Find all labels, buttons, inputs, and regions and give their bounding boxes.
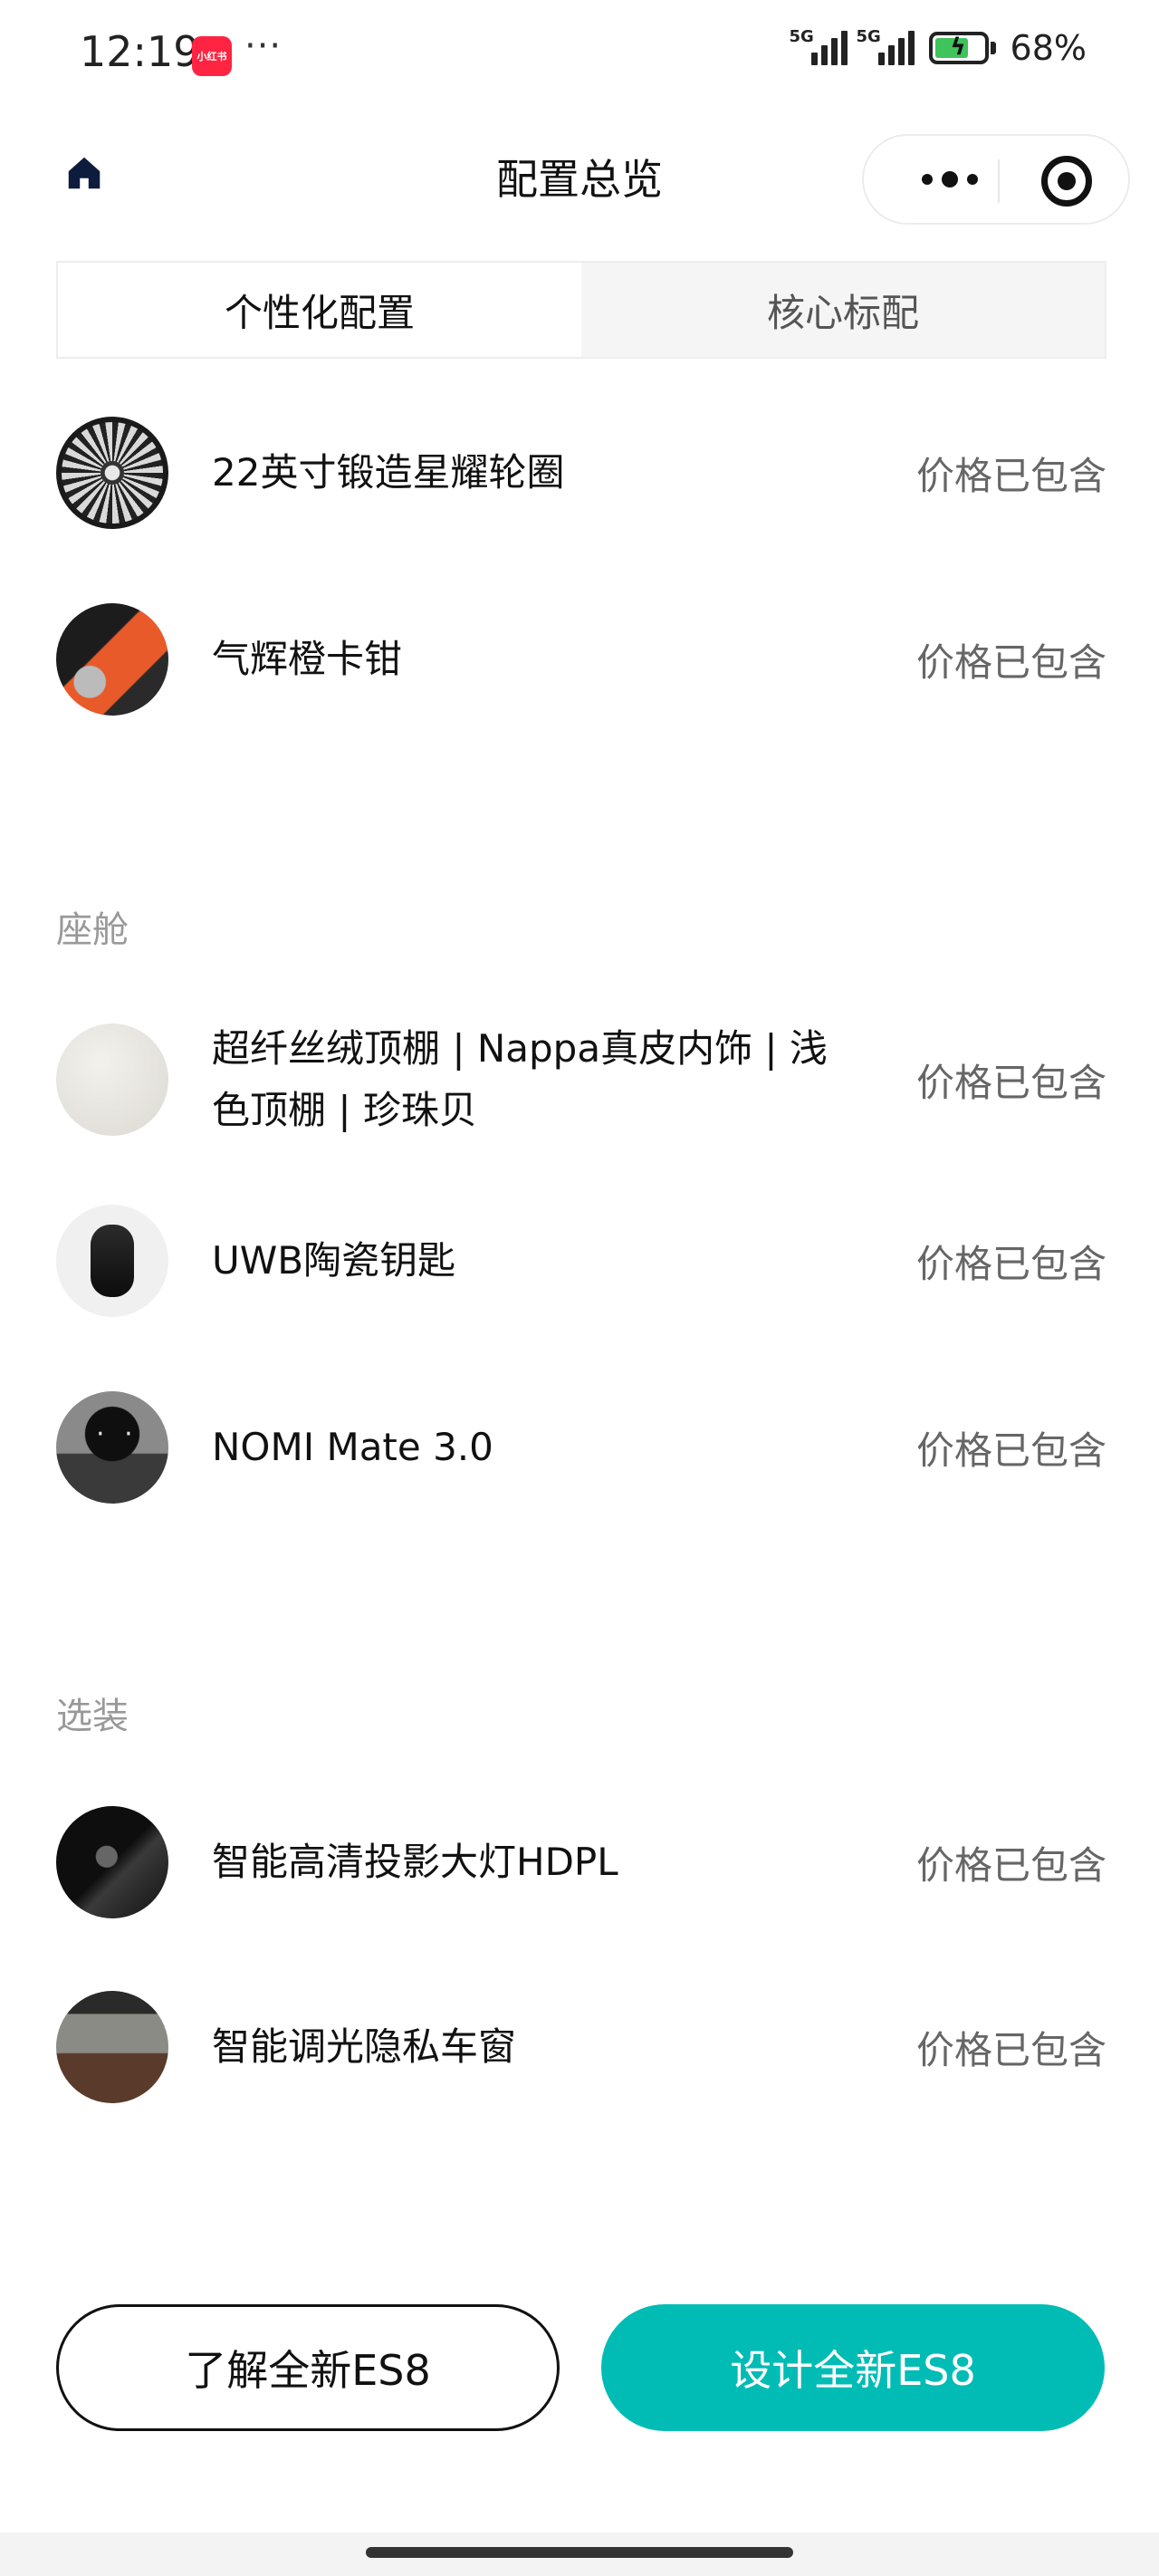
list-item: 气辉橙卡钳 价格已包含	[56, 603, 1106, 716]
item-label: 气辉橙卡钳	[212, 637, 403, 681]
battery-icon: ϟ	[928, 32, 989, 64]
privacy-window-thumbnail	[56, 1991, 168, 2103]
nomi-thumbnail	[56, 1391, 168, 1504]
section-title-options: 选装	[56, 1696, 129, 1737]
list-item: 智能高清投影大灯HDPL 价格已包含	[56, 1806, 1106, 1918]
key-thumbnail	[56, 1205, 168, 1317]
learn-es8-button[interactable]: 了解全新ES8	[56, 2304, 560, 2431]
xiaohongshu-app-icon: 小红书	[192, 36, 232, 76]
item-label: UWB陶瓷钥匙	[212, 1238, 456, 1283]
tab-core-standard[interactable]: 核心标配	[581, 263, 1105, 357]
home-indicator[interactable]	[366, 2547, 793, 2558]
item-label: NOMI Mate 3.0	[212, 1425, 493, 1469]
headliner-thumbnail	[56, 1024, 168, 1136]
item-label: 超纤丝绒顶棚 | Nappa真皮内饰 | 浅色顶棚 | 珍珠贝	[212, 1026, 828, 1132]
tab-personalized-config[interactable]: 个性化配置	[58, 263, 581, 357]
headlight-thumbnail	[56, 1806, 168, 1918]
item-label: 智能调光隐私车窗	[212, 2024, 517, 2069]
item-price: 价格已包含	[915, 1060, 1106, 1105]
list-item: 超纤丝绒顶棚 | Nappa真皮内饰 | 浅色顶棚 | 珍珠贝 价格已包含	[56, 1018, 1106, 1141]
caliper-thumbnail	[56, 603, 168, 716]
item-price: 价格已包含	[915, 1842, 1106, 1888]
signal-5g-icon: 5G	[790, 27, 848, 69]
target-icon[interactable]	[1041, 156, 1092, 207]
item-price: 价格已包含	[915, 639, 1106, 685]
wheel-thumbnail	[56, 417, 168, 529]
signal-5g-icon: 5G	[857, 27, 915, 69]
list-item: 智能调光隐私车窗 价格已包含	[56, 1991, 1106, 2103]
capsule-divider	[998, 159, 1000, 203]
more-icon[interactable]	[900, 136, 1000, 223]
design-es8-button[interactable]: 设计全新ES8	[601, 2304, 1105, 2431]
item-price: 价格已包含	[915, 1241, 1106, 1286]
item-label: 智能高清投影大灯HDPL	[212, 1840, 618, 1884]
config-tabs: 个性化配置 核心标配	[56, 261, 1106, 359]
item-price: 价格已包含	[915, 453, 1106, 498]
section-title-cabin: 座舱	[56, 909, 129, 951]
list-item: UWB陶瓷钥匙 价格已包含	[56, 1205, 1106, 1317]
nav-bar: 配置总览	[0, 127, 1159, 226]
item-price: 价格已包含	[915, 1427, 1106, 1473]
battery-percent: 68%	[1010, 28, 1087, 68]
status-more-icon: ···	[244, 25, 283, 67]
list-item: NOMI Mate 3.0 价格已包含	[56, 1391, 1106, 1504]
status-time: 12:19	[80, 27, 200, 76]
item-label: 22英寸锻造星耀轮圈	[212, 450, 565, 495]
item-price: 价格已包含	[915, 2027, 1106, 2072]
status-bar: 12:19 小红书 ··· 5G 5G ϟ 68%	[0, 0, 1159, 109]
status-indicators: 5G 5G ϟ 68%	[790, 27, 1087, 69]
list-item: 22英寸锻造星耀轮圈 价格已包含	[56, 417, 1106, 529]
miniprogram-capsule	[862, 134, 1130, 225]
